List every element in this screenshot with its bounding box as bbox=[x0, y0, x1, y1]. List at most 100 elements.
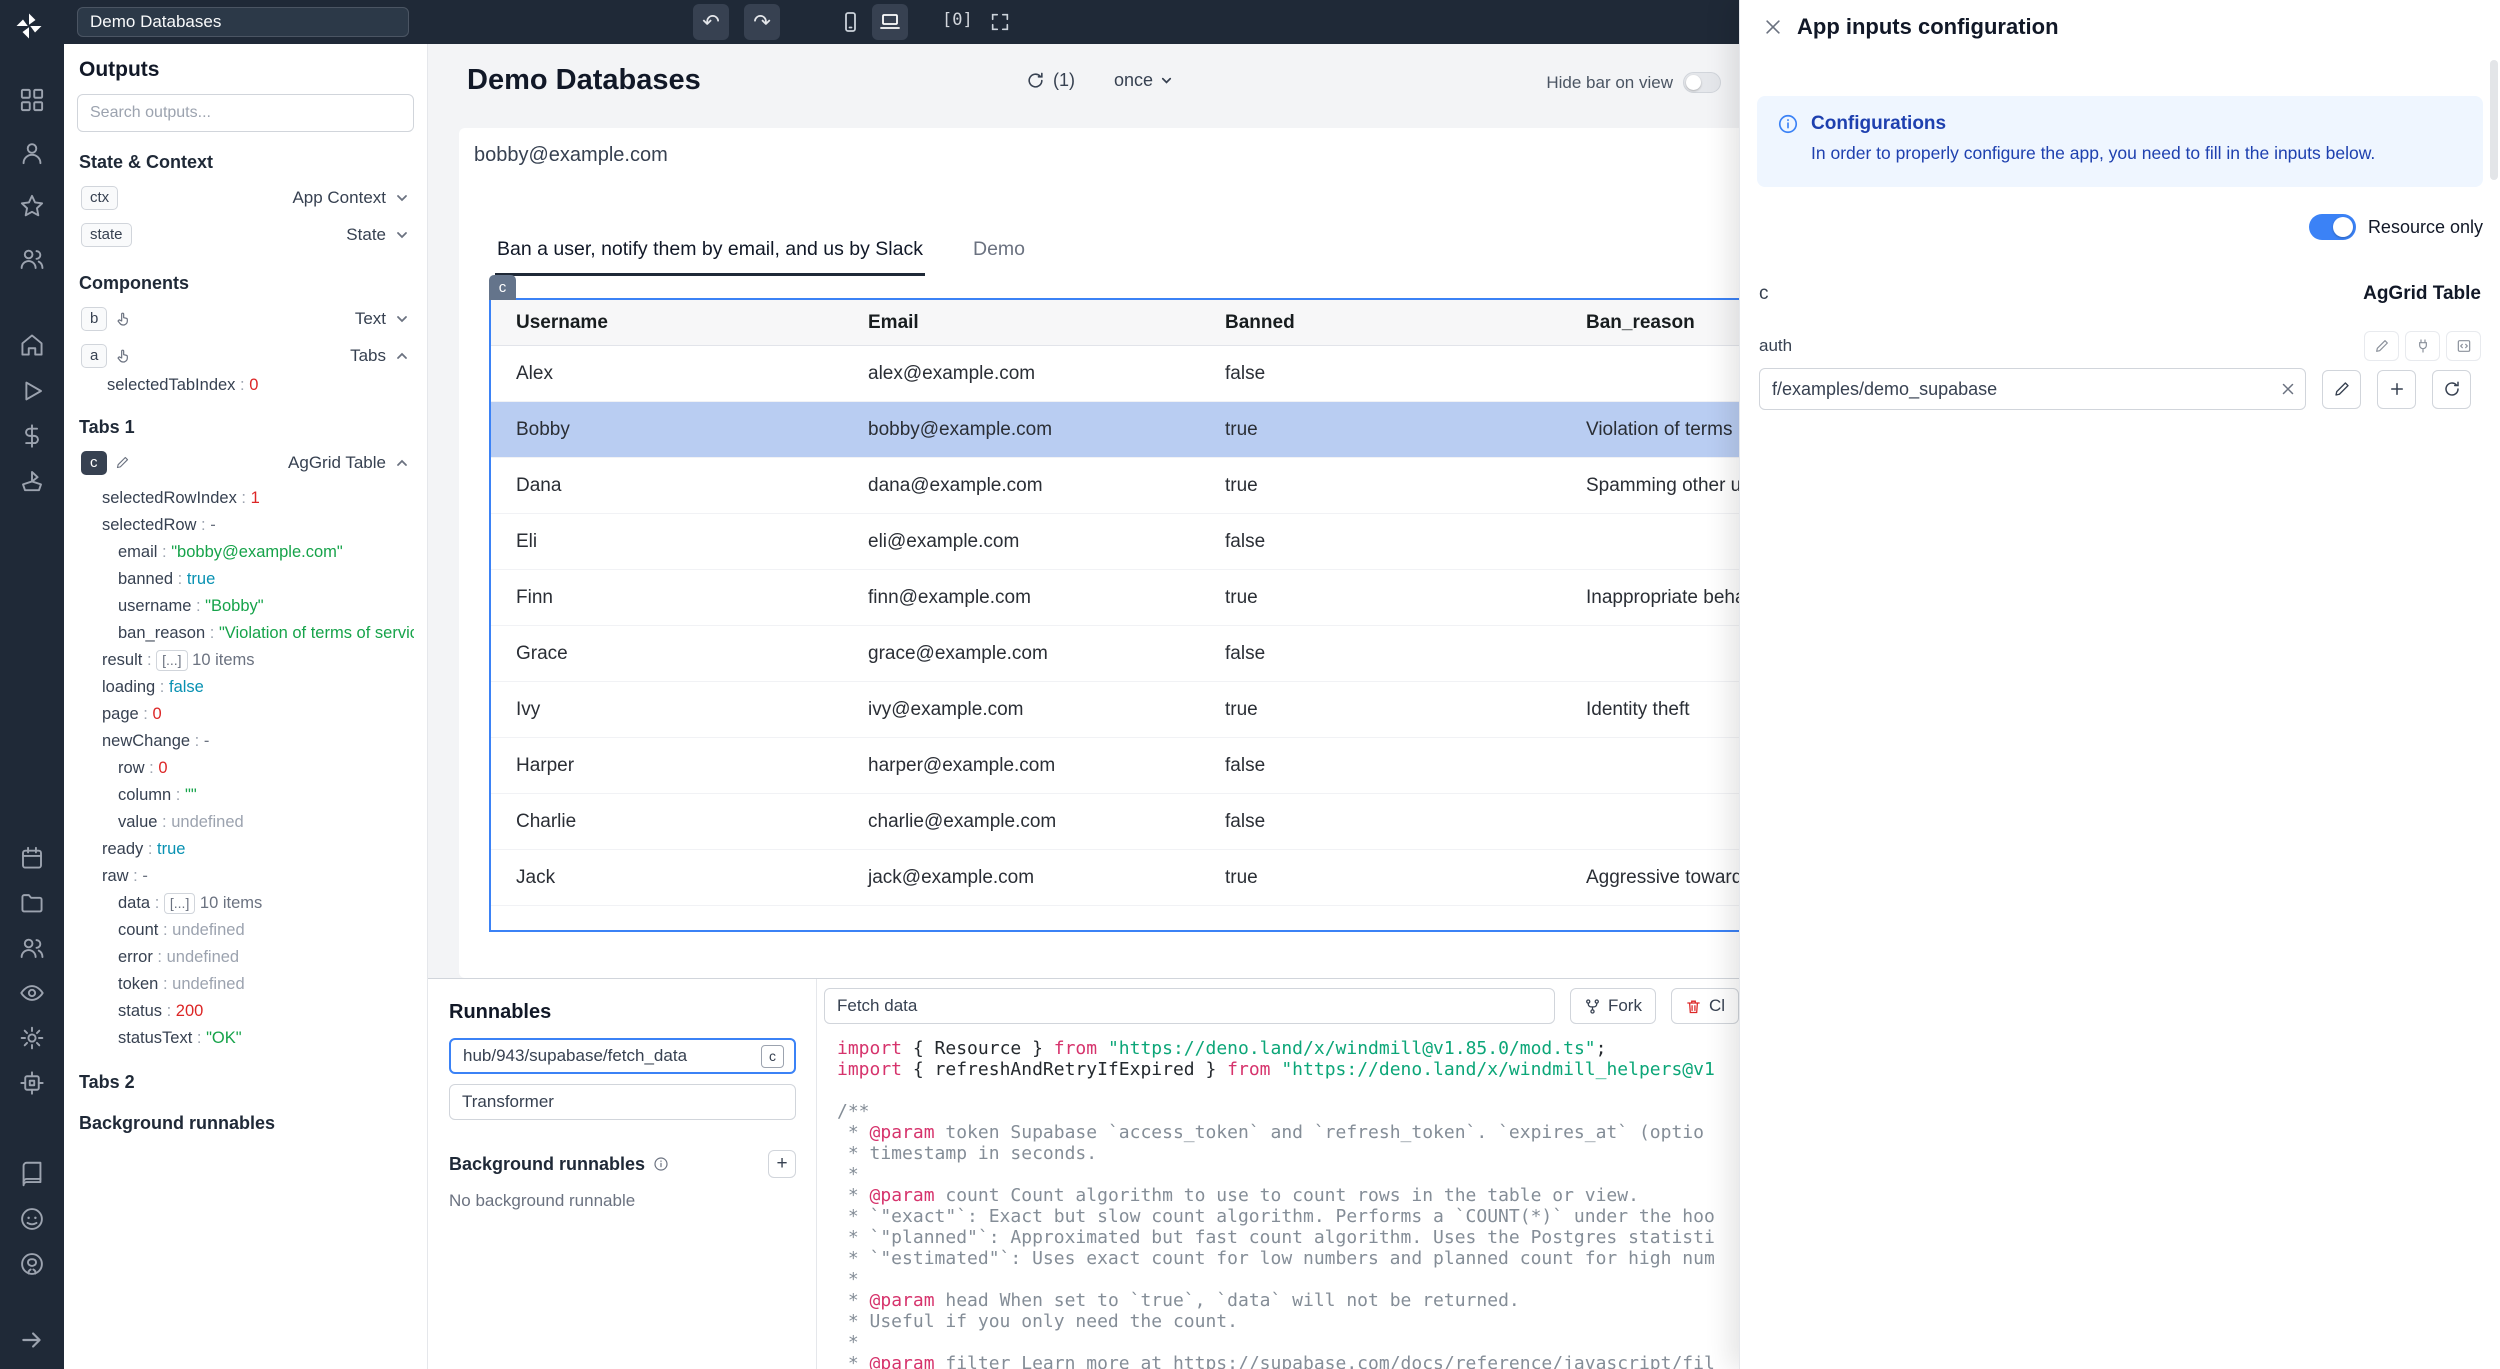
output-row-component-c[interactable]: c AgGrid Table bbox=[77, 444, 414, 481]
output-tree-item[interactable]: value : undefined bbox=[77, 809, 414, 836]
refresh-resource-button[interactable] bbox=[2432, 370, 2471, 409]
output-row-state[interactable]: state State bbox=[77, 216, 414, 253]
table-row[interactable]: Ivyivy@example.comtrueIdentity theft bbox=[491, 682, 1739, 738]
apps-icon[interactable] bbox=[19, 87, 46, 114]
docs-icon[interactable] bbox=[19, 1161, 46, 1188]
output-tree-item[interactable]: count : undefined bbox=[77, 917, 414, 944]
settings-icon[interactable] bbox=[19, 1025, 46, 1052]
output-tree-item[interactable]: statusText : "OK" bbox=[77, 1025, 414, 1052]
table-row[interactable]: Bobbybobby@example.comtrueViolation of t… bbox=[491, 402, 1739, 458]
add-resource-button[interactable] bbox=[2377, 370, 2416, 409]
tab-ban-user[interactable]: Ban a user, notify them by email, and us… bbox=[495, 230, 925, 276]
output-tree-item[interactable]: newChange : - bbox=[77, 728, 414, 755]
output-tree-item[interactable]: username : "Bobby" bbox=[77, 593, 414, 620]
mobile-view-button[interactable] bbox=[832, 4, 868, 40]
output-tree-item[interactable]: raw : - bbox=[77, 863, 414, 890]
users-icon[interactable] bbox=[19, 246, 46, 273]
windmill-logo-icon[interactable] bbox=[14, 11, 44, 41]
script-name-input[interactable] bbox=[824, 988, 1555, 1024]
output-tree-item[interactable]: data : [...] 10 items bbox=[77, 890, 414, 917]
chevron-down-icon[interactable] bbox=[394, 190, 410, 206]
table-row[interactable]: Elieli@example.comfalse bbox=[491, 514, 1739, 570]
chevron-up-icon[interactable] bbox=[394, 348, 410, 364]
fullscreen-icon[interactable] bbox=[982, 4, 1018, 40]
app-title-input[interactable] bbox=[77, 7, 409, 37]
text-component-b[interactable]: bobby@example.com bbox=[474, 144, 668, 167]
resource-path-input[interactable] bbox=[1759, 368, 2306, 410]
runnable-item-transformer[interactable]: Transformer bbox=[449, 1084, 796, 1120]
home-icon[interactable] bbox=[19, 332, 46, 359]
clear-input-icon[interactable] bbox=[2279, 380, 2297, 398]
table-row[interactable]: Finnfinn@example.comtrueInappropriate be… bbox=[491, 570, 1739, 626]
output-tree-item[interactable]: ready : true bbox=[77, 836, 414, 863]
clear-button[interactable]: Cl bbox=[1671, 988, 1739, 1024]
output-tree-item[interactable]: page : 0 bbox=[77, 701, 414, 728]
hide-bar-toggle[interactable] bbox=[1683, 72, 1721, 93]
resources-icon[interactable] bbox=[19, 468, 46, 495]
refresh-app-button[interactable]: (1) bbox=[1026, 70, 1075, 91]
variables-icon[interactable] bbox=[19, 423, 46, 450]
collapse-sidebar-icon[interactable] bbox=[19, 1327, 45, 1353]
resource-only-toggle[interactable] bbox=[2309, 214, 2356, 240]
output-tree-item[interactable]: selectedRowIndex : 1 bbox=[77, 485, 414, 512]
output-tree-item[interactable]: error : undefined bbox=[77, 944, 414, 971]
chevron-up-icon[interactable] bbox=[394, 455, 410, 471]
audit-icon[interactable] bbox=[19, 980, 46, 1007]
edit-icon[interactable] bbox=[115, 455, 130, 470]
github-icon[interactable] bbox=[19, 1251, 46, 1278]
output-tree-item[interactable]: ban_reason : "Violation of terms of serv… bbox=[77, 620, 414, 647]
redo-button[interactable]: ↷ bbox=[744, 4, 780, 40]
discord-icon[interactable] bbox=[19, 1206, 46, 1233]
star-icon[interactable] bbox=[19, 193, 46, 220]
folders-icon[interactable] bbox=[19, 890, 46, 917]
output-tree-item[interactable]: status : 200 bbox=[77, 998, 414, 1025]
output-row-ctx[interactable]: ctx App Context bbox=[77, 179, 414, 216]
table-column-header[interactable]: Username bbox=[491, 300, 843, 345]
table-column-header[interactable]: Email bbox=[843, 300, 1200, 345]
add-background-runnable-button[interactable]: + bbox=[768, 1150, 796, 1178]
output-tree-item[interactable]: selectedRow : - bbox=[77, 512, 414, 539]
output-row-component-b[interactable]: b Text bbox=[77, 300, 414, 337]
table-row[interactable]: Charliecharlie@example.comfalse bbox=[491, 794, 1739, 850]
runs-icon[interactable] bbox=[19, 378, 46, 405]
chevron-down-icon[interactable] bbox=[394, 227, 410, 243]
chevron-down-icon[interactable] bbox=[394, 311, 410, 327]
connect-input-icon[interactable] bbox=[2405, 331, 2440, 361]
schedules-icon[interactable] bbox=[19, 845, 46, 872]
panel-scrollbar[interactable] bbox=[2490, 60, 2498, 180]
table-cell: alex@example.com bbox=[843, 346, 1200, 401]
refresh-mode-dropdown[interactable]: once bbox=[1114, 70, 1174, 91]
output-tree-item[interactable]: row : 0 bbox=[77, 755, 414, 782]
output-tree-item[interactable]: email : "bobby@example.com" bbox=[77, 539, 414, 566]
groups-icon[interactable] bbox=[19, 935, 46, 962]
aggrid-component-c[interactable]: c UsernameEmailBannedBan_reason Alexalex… bbox=[489, 298, 1739, 932]
code-area[interactable]: import { Resource } from "https://deno.l… bbox=[817, 1030, 1739, 1369]
tab-demo[interactable]: Demo bbox=[971, 230, 1027, 276]
table-row[interactable]: Jackjack@example.comtrueAggressive towar… bbox=[491, 850, 1739, 906]
output-row-component-a[interactable]: a Tabs bbox=[77, 337, 414, 374]
diff-counter-button[interactable]: [0] bbox=[942, 10, 973, 30]
output-tree-item[interactable]: token : undefined bbox=[77, 971, 414, 998]
output-tree-item[interactable]: column : "" bbox=[77, 782, 414, 809]
table-row[interactable]: Gracegrace@example.comfalse bbox=[491, 626, 1739, 682]
edit-input-icon[interactable] bbox=[2364, 331, 2399, 361]
selected-tab-index[interactable]: selectedTabIndex : 0 bbox=[77, 374, 414, 397]
user-icon[interactable] bbox=[19, 140, 46, 167]
undo-button[interactable]: ↶ bbox=[693, 4, 729, 40]
table-column-header[interactable]: Banned bbox=[1200, 300, 1561, 345]
table-row[interactable]: Danadana@example.comtrueSpamming other u bbox=[491, 458, 1739, 514]
edit-resource-button[interactable] bbox=[2322, 370, 2361, 409]
desktop-view-button[interactable] bbox=[872, 4, 908, 40]
fork-button[interactable]: Fork bbox=[1570, 988, 1656, 1024]
workers-icon[interactable] bbox=[19, 1070, 46, 1097]
search-outputs-input[interactable] bbox=[77, 94, 414, 132]
output-tree-item[interactable]: loading : false bbox=[77, 674, 414, 701]
table-row[interactable]: Harperharper@example.comfalse bbox=[491, 738, 1739, 794]
runnable-item-fetch-data[interactable]: hub/943/supabase/fetch_data c bbox=[449, 1038, 796, 1074]
table-column-header[interactable]: Ban_reason bbox=[1561, 300, 1739, 345]
eval-input-icon[interactable] bbox=[2446, 331, 2481, 361]
close-icon[interactable] bbox=[1757, 11, 1789, 43]
output-tree-item[interactable]: result : [...] 10 items bbox=[77, 647, 414, 674]
output-tree-item[interactable]: banned : true bbox=[77, 566, 414, 593]
table-row[interactable]: Alexalex@example.comfalse bbox=[491, 346, 1739, 402]
